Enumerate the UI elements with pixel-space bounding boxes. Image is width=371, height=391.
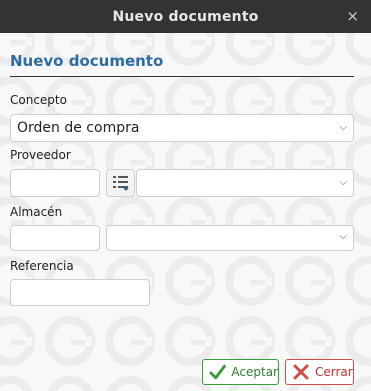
almacen-label: Almacén bbox=[10, 205, 63, 219]
concepto-selected-value: Orden de compra bbox=[17, 120, 140, 136]
referencia-input[interactable] bbox=[10, 279, 150, 306]
heading-divider bbox=[10, 76, 354, 77]
proveedor-code-input[interactable] bbox=[10, 169, 100, 197]
proveedor-lookup-button[interactable] bbox=[106, 169, 135, 197]
checkmark-icon bbox=[209, 364, 226, 380]
dialog-body: Nuevo documento Concepto Orden de compra… bbox=[0, 33, 371, 391]
chevron-down-icon: ⌵ bbox=[339, 177, 347, 188]
chevron-down-icon: ⌵ bbox=[339, 122, 347, 133]
concepto-label: Concepto bbox=[10, 93, 67, 107]
form-heading: Nuevo documento bbox=[10, 52, 164, 70]
window-titlebar: Nuevo documento × bbox=[0, 0, 371, 33]
cross-icon bbox=[293, 364, 309, 380]
close-button-label: Cerrar bbox=[315, 365, 353, 379]
concepto-select[interactable]: Orden de compra ⌵ bbox=[10, 114, 354, 142]
referencia-label: Referencia bbox=[10, 259, 74, 273]
almacen-code-input[interactable] bbox=[10, 225, 100, 251]
almacen-name-select[interactable]: ⌵ bbox=[106, 225, 354, 251]
close-button[interactable]: Cerrar bbox=[285, 359, 354, 385]
accept-button[interactable]: Aceptar bbox=[202, 359, 279, 385]
chevron-down-icon: ⌵ bbox=[339, 231, 347, 242]
accept-button-label: Aceptar bbox=[231, 365, 278, 379]
proveedor-label: Proveedor bbox=[10, 148, 71, 162]
proveedor-name-select[interactable]: ⌵ bbox=[136, 169, 354, 197]
close-icon[interactable]: × bbox=[346, 8, 359, 24]
list-icon bbox=[112, 176, 129, 191]
window-title: Nuevo documento bbox=[112, 8, 259, 25]
